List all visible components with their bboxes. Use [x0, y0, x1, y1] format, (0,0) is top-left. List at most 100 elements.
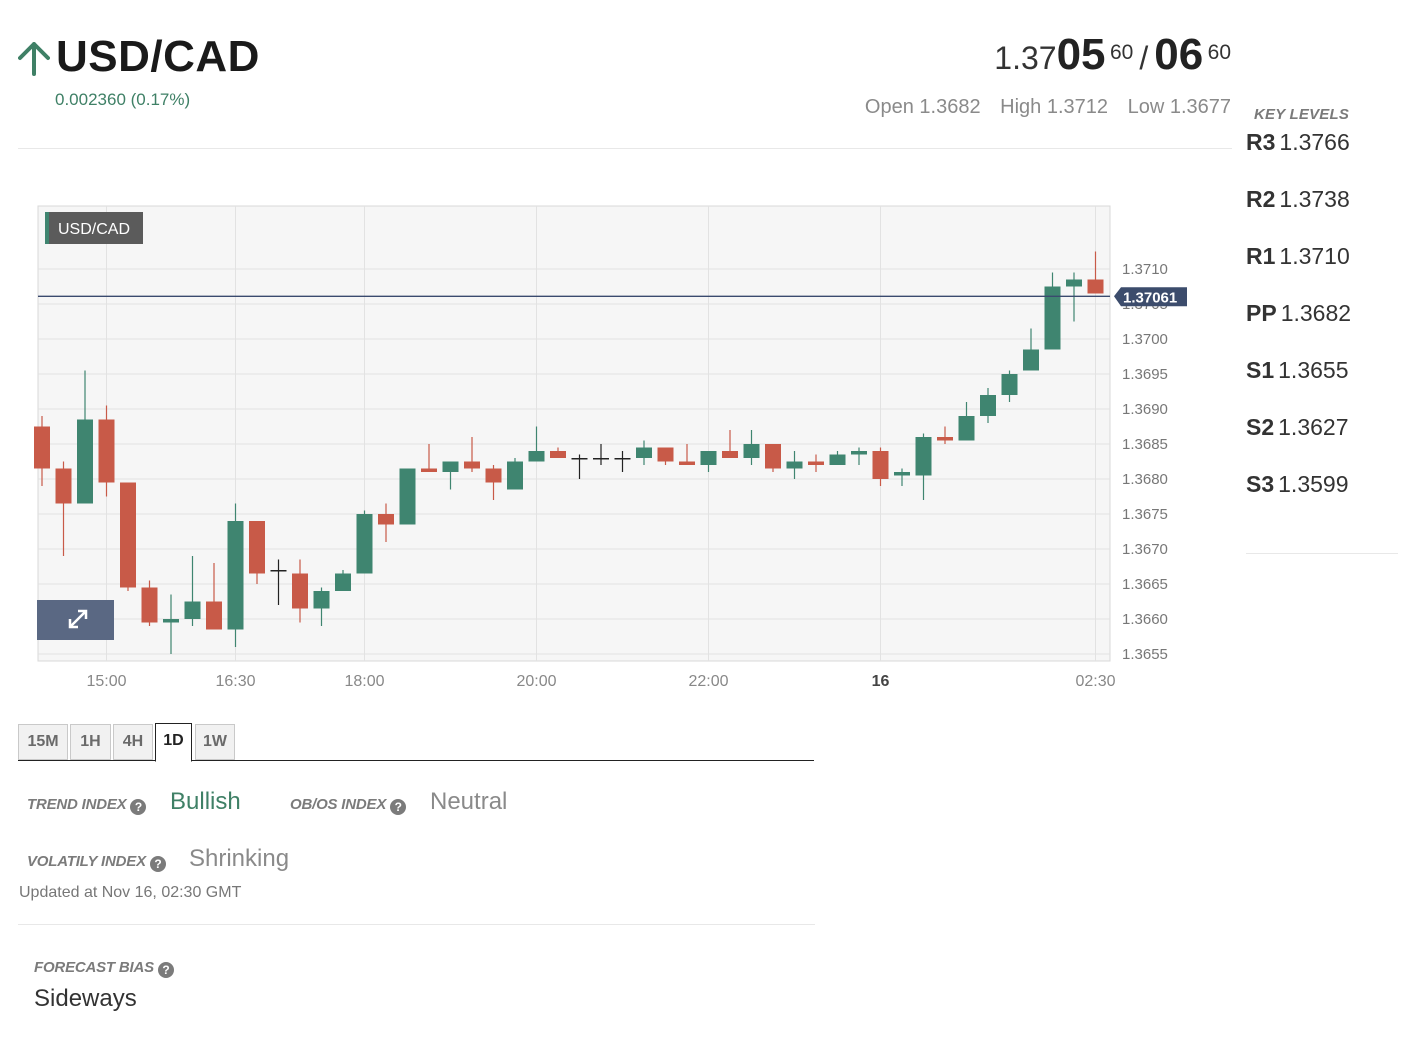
key-level-pp: PP 1.3682 [1246, 300, 1398, 357]
key-level-label: R3 [1246, 129, 1276, 155]
key-levels-panel: KEY LEVELS R3 1.3766 R2 1.3738 R1 1.3710 PP 1.3… [1246, 106, 1398, 528]
open-value: Open 1.3682 [864, 96, 981, 118]
legend-badge-accent [45, 212, 49, 244]
key-level-value: 1.3710 [1279, 243, 1350, 269]
y-tick-label: 1.3680 [1122, 471, 1168, 488]
candle-body [141, 587, 158, 623]
header-divider [18, 148, 1232, 149]
question-circle-icon[interactable]: ? [130, 799, 147, 815]
candle-body [980, 395, 996, 416]
candle-body [958, 416, 975, 441]
candle-body [378, 514, 394, 525]
candle-body [614, 458, 631, 460]
candle-body [55, 468, 72, 504]
candle-body [872, 451, 889, 479]
price-quote: 1.3705 60/06 60 [994, 30, 1231, 80]
tab-1w[interactable]: 1W [195, 724, 235, 760]
key-level-value: 1.3627 [1278, 414, 1349, 440]
key-level-value: 1.3682 [1280, 300, 1352, 326]
candle-body [636, 447, 652, 458]
key-level-s1: S1 1.3655 [1246, 357, 1398, 414]
low-value: Low 1.3677 [1127, 96, 1231, 118]
volatility-index-value: Shrinking [189, 845, 290, 872]
candle-body [313, 591, 330, 609]
price-chart[interactable]: 1.37101.37051.37001.36951.36901.36851.36… [0, 180, 1240, 700]
key-level-label: PP [1246, 300, 1277, 326]
key-level-s2: S2 1.3627 [1246, 414, 1398, 471]
question-circle-icon[interactable]: ? [390, 799, 407, 815]
x-tick-label: 02:30 [1075, 673, 1115, 690]
candle [227, 503, 244, 647]
x-tick-label: 22:00 [688, 673, 728, 690]
key-level-label: S2 [1246, 414, 1275, 440]
candle-body [808, 461, 824, 465]
candle-body [1023, 349, 1039, 371]
y-tick-label: 1.3660 [1122, 611, 1168, 628]
key-level-r2: R2 1.3738 [1246, 186, 1398, 243]
candle [356, 510, 373, 574]
key-level-s3: S3 1.3599 [1246, 471, 1398, 528]
candle-body [894, 472, 910, 476]
tab-4h[interactable]: 4H [113, 724, 153, 760]
key-level-label: S1 [1246, 357, 1275, 383]
bid-pipette: 60 [1109, 40, 1134, 64]
section-divider [18, 924, 815, 925]
x-tick-label: 16 [872, 673, 890, 690]
volatility-index-label: VOLATILY INDEX? [27, 853, 166, 872]
key-level-r3: R3 1.3766 [1246, 129, 1398, 186]
key-level-label: R2 [1246, 186, 1276, 212]
candle-body [722, 451, 738, 458]
tab-15m[interactable]: 15M [18, 724, 68, 760]
candle-body [571, 458, 588, 460]
x-tick-label: 18:00 [344, 673, 384, 690]
key-levels-title: KEY LEVELS [1254, 106, 1350, 123]
trend-index-label: TREND INDEX? [27, 796, 147, 815]
candle-body [507, 461, 523, 490]
tab-1h[interactable]: 1H [70, 724, 111, 760]
candle-body [1001, 374, 1018, 395]
question-circle-icon[interactable]: ? [149, 856, 166, 872]
candle-body [227, 521, 244, 630]
y-tick-label: 1.3670 [1122, 541, 1168, 558]
candle-body [851, 451, 867, 455]
high-value: High 1.3712 [1000, 96, 1109, 118]
candle-body [464, 461, 480, 469]
candle [120, 482, 136, 591]
tab-1d[interactable]: 1D [155, 723, 192, 762]
forecast-bias-label: FORECAST BIAS? [34, 959, 174, 978]
y-tick-label: 1.3665 [1122, 576, 1168, 593]
key-level-value: 1.3738 [1279, 186, 1350, 212]
y-tick-label: 1.3695 [1122, 366, 1168, 383]
candle-body [270, 570, 287, 572]
candle-body [1066, 279, 1082, 287]
key-level-label: S3 [1246, 471, 1275, 497]
bid-base: 1.37 [994, 40, 1057, 76]
price-change: 0.002360 (0.17%) [55, 90, 191, 109]
obos-index-label: OB/OS INDEX? [290, 796, 407, 815]
candle-body [356, 514, 373, 574]
key-level-r1: R1 1.3710 [1246, 243, 1398, 300]
timeframe-tabs: 15M 1H 4H 1D 1W [18, 722, 814, 762]
candle-body [528, 451, 545, 462]
candle-body [915, 437, 932, 476]
ask-pips: 06 [1154, 30, 1204, 79]
question-circle-icon[interactable]: ? [157, 962, 174, 978]
candle [507, 458, 523, 490]
candle-body [98, 419, 115, 483]
candle-body [442, 461, 459, 472]
candle-body [206, 601, 222, 630]
candle-body [829, 454, 846, 465]
candle [765, 444, 781, 472]
candle-body [292, 573, 308, 609]
candle-body [184, 601, 201, 619]
x-tick-label: 15:00 [86, 673, 126, 690]
candle-body [765, 444, 781, 469]
candle-body [335, 573, 351, 591]
forecast-bias-value: Sideways [34, 985, 137, 1012]
y-tick-label: 1.3700 [1122, 331, 1168, 348]
y-tick-label: 1.3675 [1122, 506, 1168, 523]
x-tick-label: 20:00 [516, 673, 556, 690]
key-level-label: R1 [1246, 243, 1276, 269]
candle [399, 468, 416, 525]
candlestick-chart[interactable]: 1.37101.37051.37001.36951.36901.36851.36… [0, 180, 1240, 700]
